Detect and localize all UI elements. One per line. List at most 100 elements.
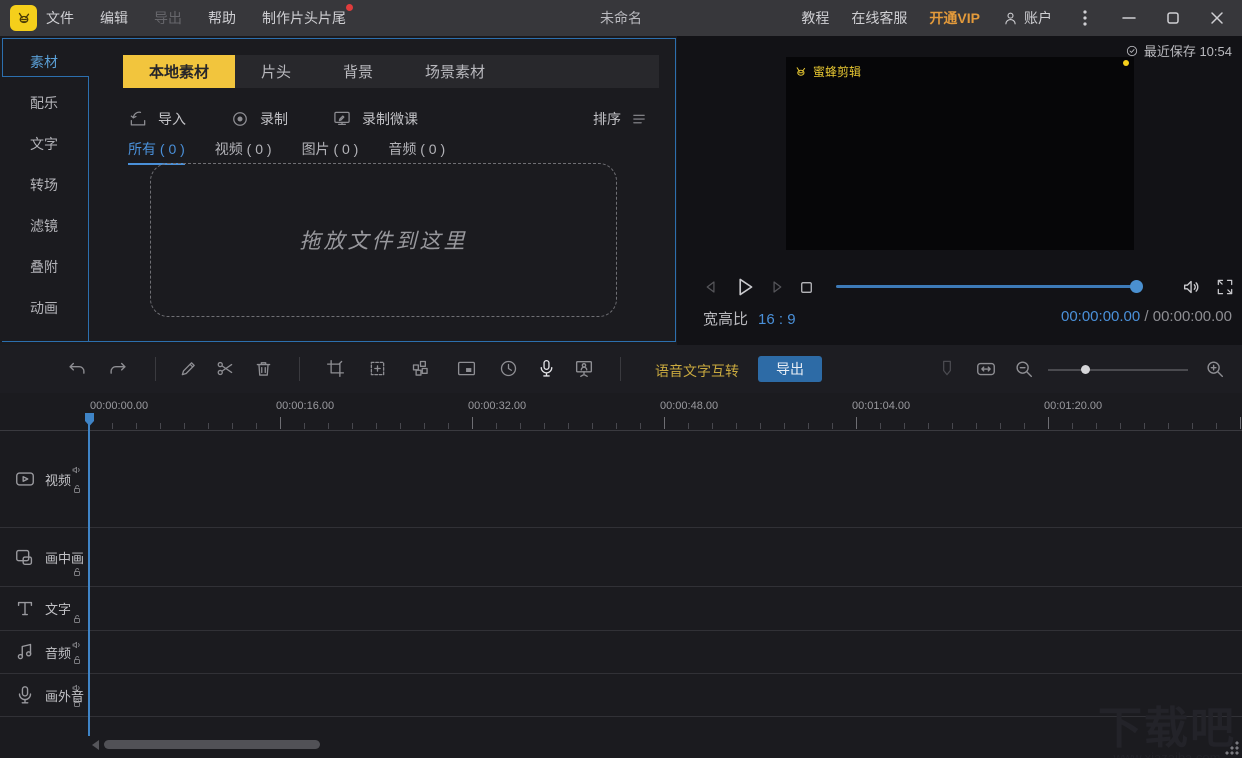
person-icon (1005, 12, 1016, 24)
sidebar-item-filter[interactable]: 滤镜 (0, 212, 88, 240)
track-voiceover-header: 画外音 (0, 674, 88, 716)
marker-button[interactable] (937, 358, 959, 380)
lock-icon[interactable] (71, 697, 83, 709)
notification-dot (346, 4, 353, 11)
duration-button[interactable] (498, 358, 520, 380)
video-watermark: 蜜蜂剪辑 (794, 63, 861, 80)
aspect-ratio[interactable]: 宽高比 16 : 9 (703, 308, 796, 329)
horizontal-scrollbar[interactable] (104, 740, 320, 749)
pip-button[interactable] (456, 358, 478, 380)
menu-edit[interactable]: 编辑 (100, 8, 128, 28)
import-button[interactable]: 导入 (128, 109, 186, 129)
sidebar-item-overlay[interactable]: 叠附 (0, 253, 88, 281)
mic-tool-icon (540, 359, 553, 377)
zoom-out-icon (1016, 361, 1033, 378)
timeline-ruler[interactable] (88, 398, 1242, 429)
edit-button[interactable] (178, 358, 200, 380)
pencil-icon (181, 362, 195, 376)
minimize-button[interactable] (1118, 7, 1140, 29)
tab-local-media[interactable]: 本地素材 (123, 55, 236, 88)
next-frame-button[interactable] (767, 277, 787, 297)
volume-button[interactable] (1181, 276, 1203, 298)
lock-icon[interactable] (71, 566, 83, 578)
vip-link[interactable]: 开通VIP (929, 8, 980, 28)
tab-scene-material[interactable]: 场景素材 (399, 55, 511, 88)
redo-button[interactable] (107, 358, 129, 380)
timeline-zoom-slider[interactable] (1048, 365, 1188, 374)
trash-icon (256, 362, 271, 376)
sidebar-item-material[interactable]: 素材 (0, 48, 88, 76)
track-video[interactable]: 视频 (0, 431, 1242, 528)
redo-icon (110, 362, 126, 374)
sidebar-item-transition[interactable]: 转场 (0, 171, 88, 199)
record-label: 录制 (260, 111, 288, 127)
sort-button[interactable]: 排序 (593, 109, 648, 129)
media-tabbar: 本地素材 片头 背景 场景素材 (123, 55, 659, 88)
menu-help[interactable]: 帮助 (208, 8, 236, 28)
stop-button[interactable] (797, 278, 816, 297)
filter-image[interactable]: 图片 ( 0 ) (302, 139, 359, 165)
export-button[interactable]: 导出 (758, 356, 822, 382)
split-button[interactable] (215, 358, 237, 380)
menu-intro-outro[interactable]: 制作片头片尾 (262, 4, 353, 28)
resize-grip[interactable] (1225, 741, 1239, 755)
mute-icon[interactable] (71, 464, 83, 476)
track-pip[interactable]: 画中画 (0, 528, 1242, 587)
sidebar-item-music[interactable]: 配乐 (0, 89, 88, 117)
maximize-button[interactable] (1162, 7, 1184, 29)
crop-button[interactable] (325, 358, 347, 380)
undo-icon (69, 362, 85, 374)
zoom-frame-button[interactable] (367, 358, 389, 380)
record-lesson-button[interactable]: 录制微课 (332, 109, 418, 129)
app-logo (10, 5, 37, 31)
kebab-icon (1083, 10, 1087, 26)
record-button[interactable]: 录制 (230, 109, 288, 129)
play-button[interactable] (731, 274, 757, 300)
import-label: 导入 (158, 111, 186, 127)
lock-icon[interactable] (71, 613, 83, 625)
prev-frame-icon (706, 281, 715, 293)
support-link[interactable]: 在线客服 (851, 8, 907, 28)
delete-button[interactable] (253, 358, 275, 380)
sidebar-item-animation[interactable]: 动画 (0, 294, 88, 322)
menu-file[interactable]: 文件 (46, 8, 74, 28)
dropzone[interactable]: 拖放文件到这里 (150, 163, 617, 317)
tab-background[interactable]: 背景 (317, 55, 399, 88)
track-voiceover[interactable]: 画外音 (0, 674, 1242, 717)
more-menu-button[interactable] (1074, 7, 1096, 29)
seek-handle[interactable] (1130, 280, 1143, 293)
presenter-icon (575, 360, 593, 378)
video-icon (16, 472, 34, 486)
zoom-in-button[interactable] (1204, 358, 1226, 380)
scroll-left-arrow[interactable] (92, 740, 99, 750)
fullscreen-button[interactable] (1215, 277, 1235, 297)
tutorial-link[interactable]: 教程 (801, 8, 829, 28)
timecode-separator: / (1144, 308, 1149, 325)
filter-audio[interactable]: 音频 ( 0 ) (388, 139, 445, 165)
speech-text-button[interactable]: 语音文字互转 (655, 361, 739, 381)
undo-button[interactable] (66, 358, 88, 380)
fit-timeline-button[interactable] (975, 358, 997, 380)
filter-video[interactable]: 视频 ( 0 ) (215, 139, 272, 165)
mute-icon[interactable] (71, 682, 83, 694)
filter-all[interactable]: 所有 ( 0 ) (128, 139, 185, 165)
text-icon (17, 601, 33, 615)
sidebar-item-text[interactable]: 文字 (0, 130, 88, 158)
presenter-button[interactable] (573, 358, 595, 380)
sort-label: 排序 (593, 111, 621, 127)
voiceover-button[interactable] (536, 358, 558, 380)
tab-intro[interactable]: 片头 (235, 55, 317, 88)
zoom-out-button[interactable] (1013, 358, 1035, 380)
account-button[interactable]: 账户 (1002, 8, 1052, 28)
track-text[interactable]: 文字 (0, 587, 1242, 631)
lock-icon[interactable] (71, 654, 83, 666)
timeline-zoom-handle[interactable] (1081, 365, 1090, 374)
seek-bar[interactable] (836, 280, 1143, 293)
prev-frame-button[interactable] (701, 277, 721, 297)
mute-icon[interactable] (71, 639, 83, 651)
close-button[interactable] (1206, 7, 1228, 29)
timecode-total: 00:00:00.00 (1152, 308, 1232, 325)
lock-icon[interactable] (71, 483, 83, 495)
track-audio[interactable]: 音频 (0, 631, 1242, 674)
mosaic-button[interactable] (410, 358, 432, 380)
